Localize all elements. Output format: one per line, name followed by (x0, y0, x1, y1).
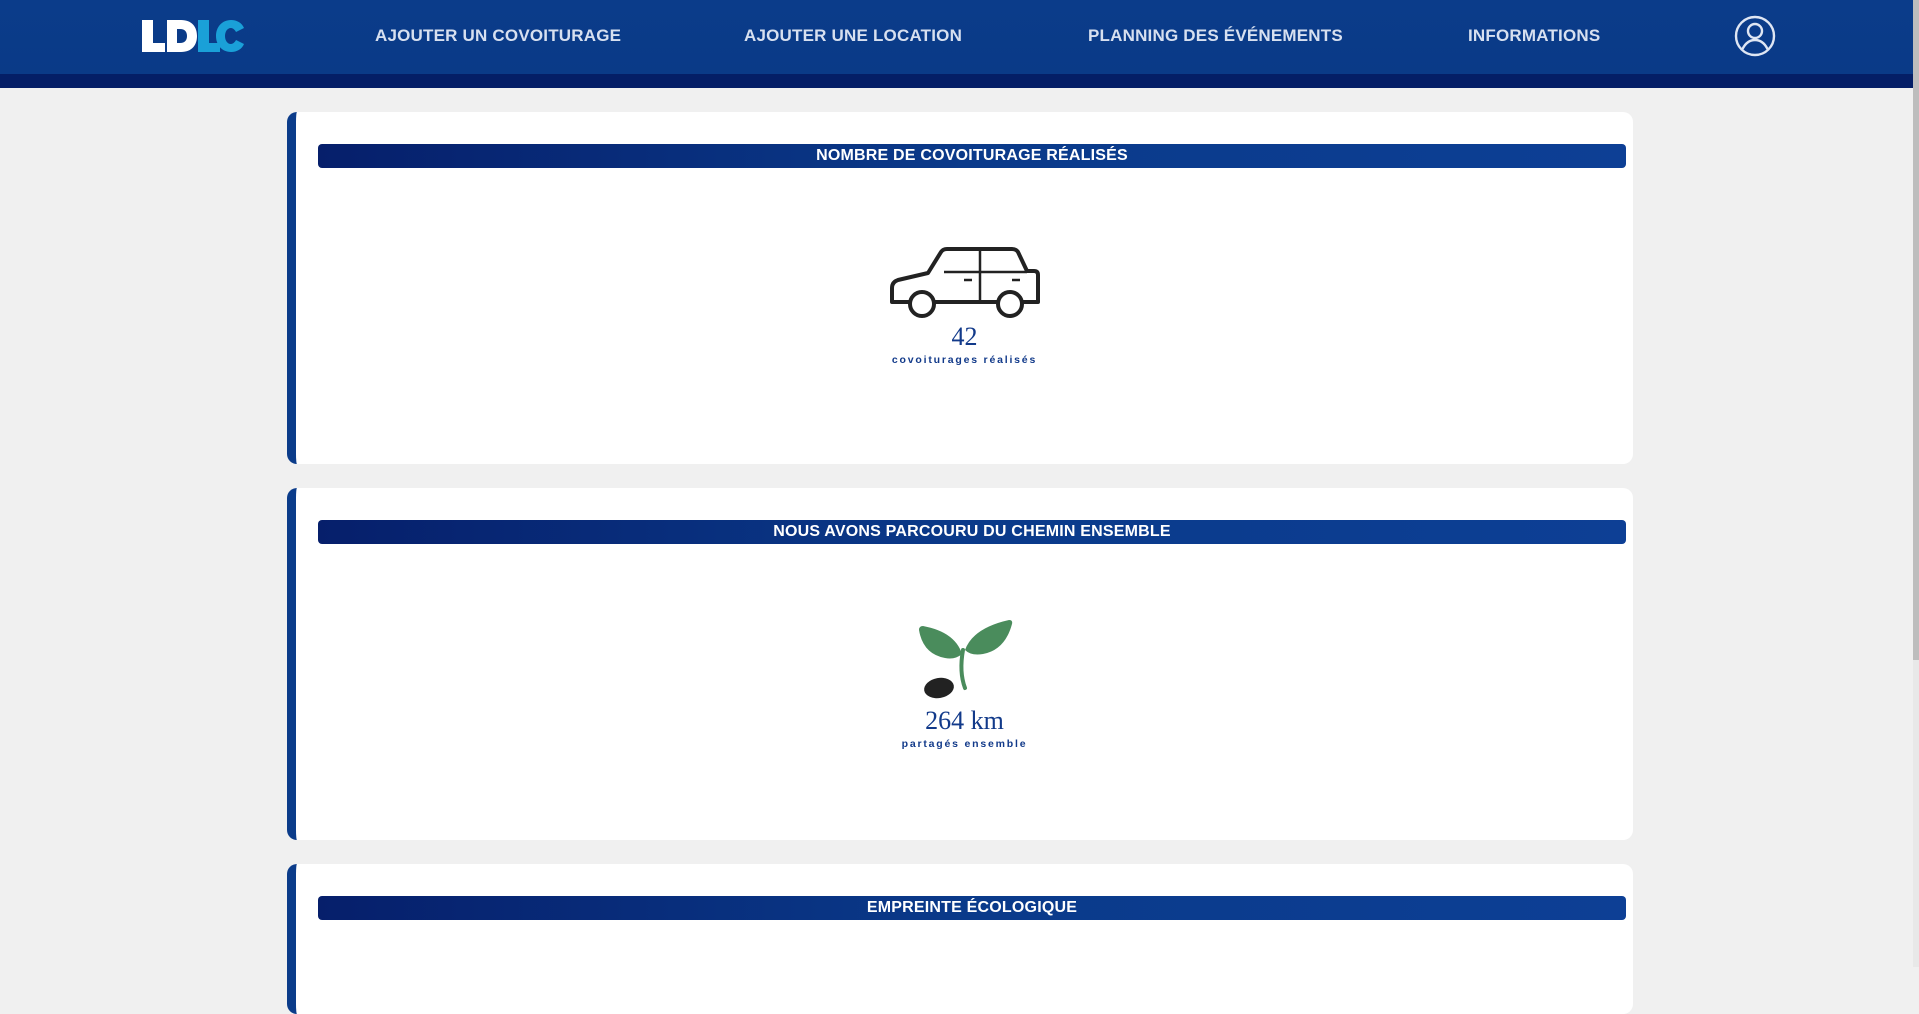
top-navbar: AJOUTER UN COVOITURAGE AJOUTER UNE LOCAT… (0, 0, 1919, 88)
user-circle-icon (1734, 15, 1776, 57)
nav-add-carpool[interactable]: AJOUTER UN COVOITURAGE (375, 26, 621, 46)
card-title: NOMBRE DE COVOITURAGE RÉALISÉS (318, 144, 1626, 168)
sprout-icon (918, 620, 1012, 699)
card-title: NOUS AVONS PARCOURU DU CHEMIN ENSEMBLE (318, 520, 1626, 544)
carpool-stat: 42 covoiturages réalisés (296, 244, 1633, 366)
page-scrollbar[interactable] (1913, 0, 1919, 967)
distance-value: 264 km (925, 706, 1004, 735)
carpool-count-caption: covoiturages réalisés (891, 354, 1038, 366)
nav-informations[interactable]: INFORMATIONS (1468, 26, 1600, 46)
carpool-count-value: 42 (951, 322, 978, 351)
main-nav: AJOUTER UN COVOITURAGE AJOUTER UNE LOCAT… (0, 0, 1919, 74)
scrollbar-thumb[interactable] (1913, 0, 1919, 660)
distance-caption: partagés ensemble (901, 738, 1028, 750)
distance-card: NOUS AVONS PARCOURU DU CHEMIN ENSEMBLE 2… (287, 488, 1633, 840)
eco-footprint-card: EMPREINTE ÉCOLOGIQUE (287, 864, 1633, 1014)
car-icon (889, 247, 1040, 318)
card-title: EMPREINTE ÉCOLOGIQUE (318, 896, 1626, 920)
carpool-count-card: NOMBRE DE COVOITURAGE RÉALISÉS 42 covoit… (287, 112, 1633, 464)
distance-stat: 264 km partagés ensemble (296, 610, 1633, 750)
user-account-button[interactable] (1733, 14, 1777, 58)
nav-events-planning[interactable]: PLANNING DES ÉVÉNEMENTS (1088, 26, 1343, 46)
nav-add-rental[interactable]: AJOUTER UNE LOCATION (744, 26, 962, 46)
